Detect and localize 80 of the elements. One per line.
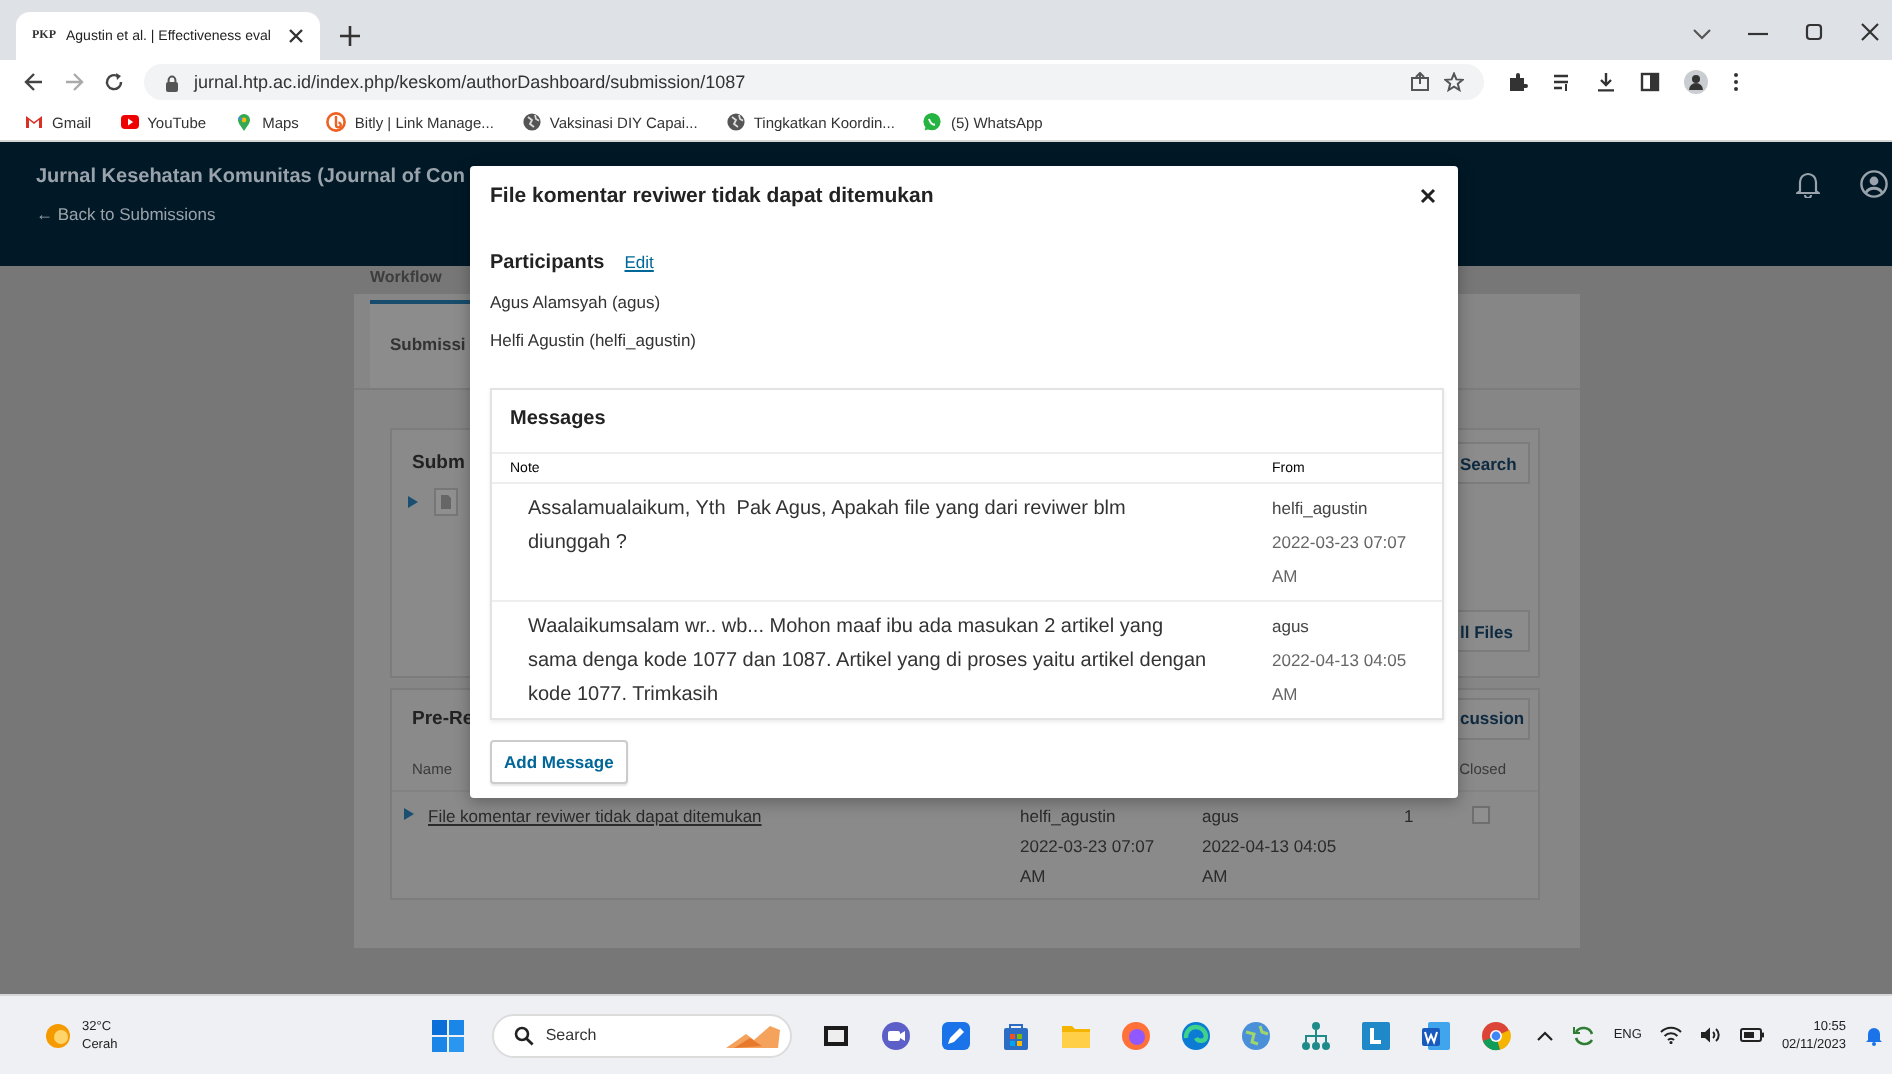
search-field[interactable]: Search: [491, 1013, 792, 1057]
closed-checkbox[interactable]: [1472, 806, 1490, 824]
caret-right-icon[interactable]: [404, 808, 414, 820]
table-cell-text: agus: [1272, 614, 1311, 640]
table-cell-text: 2022-04-13 04:05 AM: [1202, 834, 1339, 890]
camera-icon[interactable]: [879, 1019, 912, 1051]
chevron-up-icon[interactable]: [1535, 1029, 1554, 1041]
close-icon[interactable]: [1860, 22, 1880, 42]
participant-name: Helfi Agustin (helfi_agustin): [490, 330, 697, 350]
back-link[interactable]: ← Back to Submissions: [36, 204, 216, 224]
add-message-button[interactable]: Add Message: [490, 740, 628, 784]
restore-icon[interactable]: [1804, 22, 1824, 42]
globe-icon: [521, 112, 542, 132]
panel-title: Messages: [508, 406, 608, 434]
highlight-drawing: [721, 1021, 782, 1049]
close-icon[interactable]: [1420, 188, 1436, 204]
message-text: Assalamualaikum, Yth Pak Agus, Apakah file yang dari reviwer blm diunggah ?: [526, 496, 1128, 558]
swirl-icon: [326, 112, 347, 132]
table-cell-text: helfi_agustin: [1020, 804, 1118, 830]
card-button[interactable]: Search: [1458, 442, 1530, 484]
close-icon[interactable]: [288, 28, 304, 44]
table-cell-text: 2022-03-23 07:07 AM: [1272, 530, 1409, 590]
profile-icon[interactable]: [1684, 70, 1708, 94]
section-label: Workflow: [370, 268, 442, 290]
message-text: Waalaikumsalam wr.. wb... Mohon maaf ibu ada masukan 2 artikel yang sama denga kode 1077 dan 1087. Artikel yang di proses yaitu artikel dengan kode 1077. Trimkasih: [526, 614, 1209, 710]
pen-icon[interactable]: [939, 1019, 972, 1051]
stage-tab[interactable]: Submissi: [370, 300, 470, 388]
side-panel-icon[interactable]: [1640, 72, 1660, 92]
table-cell-text: 1: [1402, 804, 1416, 830]
network-icon[interactable]: [1299, 1019, 1332, 1051]
participant-name: Agus Alamsyah (agus): [490, 292, 661, 312]
journal-title: Jurnal Kesehatan Komunitas (Journal of Con: [36, 166, 465, 188]
notification-bell-icon[interactable]: [1864, 1024, 1884, 1046]
start-icon[interactable]: [431, 1019, 464, 1051]
search-icon: [513, 1025, 534, 1045]
edit-link[interactable]: Edit: [624, 252, 654, 272]
dialog-title: File komentar reviwer tidak dapat ditemukan: [490, 184, 934, 208]
globe-icon: [725, 112, 746, 132]
url-text[interactable]: jurnal.htp.ac.id/index.php/keskom/authorDashboard/submission/1087: [194, 72, 746, 92]
share-icon[interactable]: [1410, 72, 1430, 92]
lock-icon: [164, 73, 180, 91]
new-tab-icon[interactable]: [340, 26, 360, 46]
discussion-link[interactable]: File komentar reviwer tidak dapat ditemukan: [428, 802, 1020, 832]
battery-icon[interactable]: [1739, 1028, 1764, 1042]
store-icon[interactable]: [999, 1019, 1032, 1051]
file-icon: [434, 488, 458, 516]
card-title: Subm: [412, 452, 465, 474]
chevron-down-icon[interactable]: [1692, 26, 1712, 42]
bell-icon[interactable]: [1796, 170, 1820, 198]
card-button[interactable]: ll Files: [1458, 610, 1530, 652]
globe-icon[interactable]: [1239, 1019, 1272, 1051]
mail-icon: [24, 112, 44, 132]
table-cell-text: 2022-04-13 04:05 AM: [1272, 648, 1409, 708]
wifi-icon[interactable]: [1659, 1026, 1682, 1044]
card-button[interactable]: cussion: [1458, 697, 1530, 739]
user-icon[interactable]: [1860, 170, 1888, 198]
menu-dots-icon[interactable]: [1732, 72, 1740, 92]
download-icon[interactable]: [1596, 72, 1616, 92]
address-field[interactable]: jurnal.htp.ac.id/index.php/keskom/authorDashboard/submission/1087: [144, 64, 1484, 100]
chat-icon: [922, 112, 943, 132]
play-icon: [119, 112, 140, 132]
letter-tile-icon[interactable]: [1359, 1019, 1392, 1051]
caret-right-icon[interactable]: [408, 496, 418, 508]
browser-icon[interactable]: [1479, 1019, 1512, 1051]
reload-icon[interactable]: [104, 72, 124, 92]
card-title: Pre-Re: [412, 707, 474, 729]
speaker-icon[interactable]: [1699, 1026, 1722, 1044]
star-icon[interactable]: [1444, 72, 1464, 92]
back-arrow-icon[interactable]: [24, 72, 44, 92]
sun-icon: [44, 1021, 72, 1049]
table-cell-text: agus: [1202, 804, 1241, 830]
table-cell-text: 2022-03-23 07:07 AM: [1020, 834, 1157, 890]
table-cell-text: helfi_agustin: [1272, 496, 1370, 522]
puzzle-icon[interactable]: [1508, 72, 1528, 92]
document-tile-icon[interactable]: [1419, 1019, 1452, 1051]
map-pin-icon: [234, 112, 255, 132]
section-heading: Participants: [490, 252, 605, 274]
sync-icon[interactable]: [1571, 1023, 1596, 1047]
wave-icon[interactable]: [1179, 1019, 1212, 1051]
playlist-icon[interactable]: [1552, 72, 1572, 92]
